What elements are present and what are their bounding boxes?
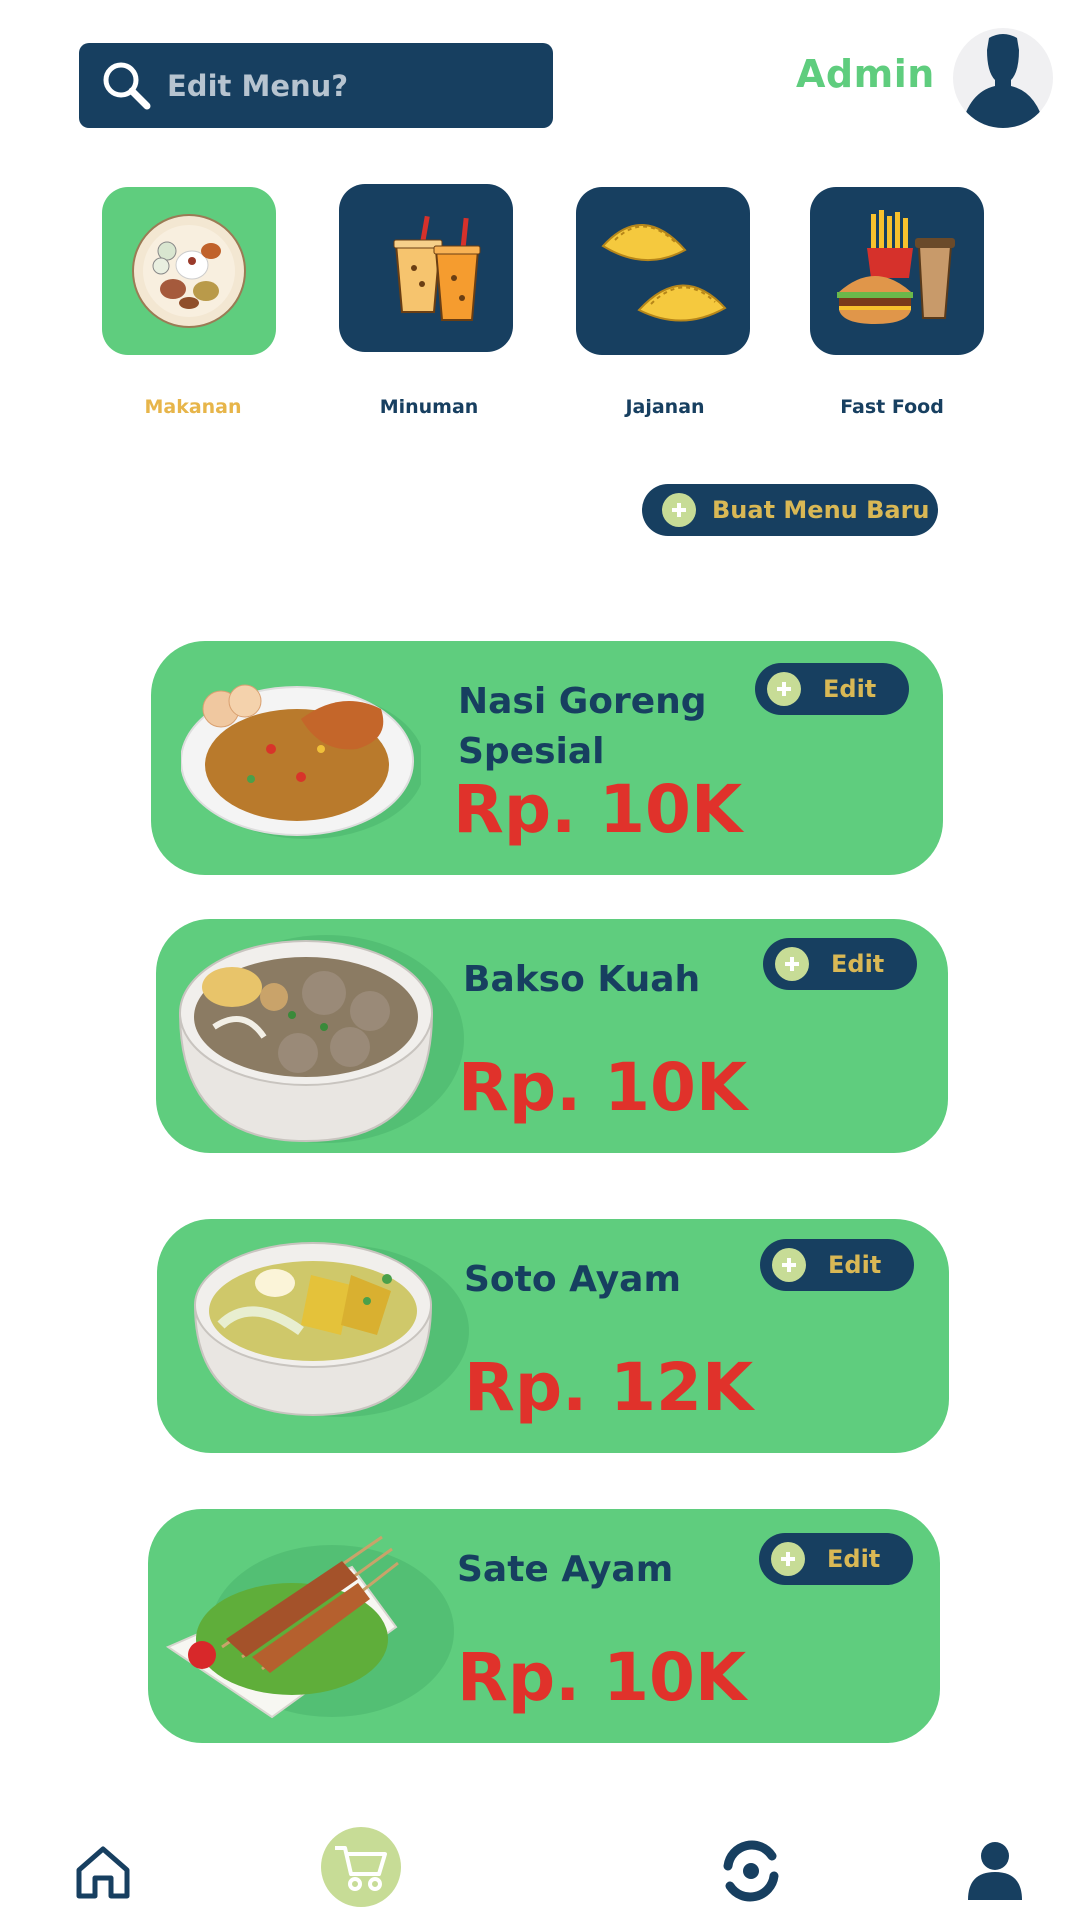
edit-button[interactable]: Edit bbox=[759, 1533, 913, 1585]
menu-item-price: Rp. 10K bbox=[453, 771, 743, 848]
plus-icon bbox=[662, 493, 696, 527]
edit-button[interactable]: Edit bbox=[763, 938, 917, 990]
user-name: Admin bbox=[796, 52, 935, 96]
menu-card[interactable]: Soto Ayam Rp. 12K Edit bbox=[157, 1219, 949, 1453]
category-fast-food[interactable] bbox=[810, 187, 984, 355]
menu-card[interactable]: Bakso Kuah Rp. 10K Edit bbox=[156, 919, 948, 1153]
plus-icon bbox=[767, 672, 801, 706]
meatball-soup-image bbox=[178, 935, 464, 1143]
menu-item-name: Nasi Goreng Spesial bbox=[458, 681, 707, 772]
cart-icon bbox=[335, 1846, 387, 1891]
menu-card[interactable]: Nasi Goreng Spesial Rp. 10K Edit bbox=[151, 641, 943, 875]
edit-label: Edit bbox=[823, 675, 877, 703]
edit-label: Edit bbox=[827, 1545, 881, 1573]
fast-food-icon bbox=[837, 210, 955, 324]
category-label-jajanan: Jajanan bbox=[625, 396, 705, 418]
user-icon bbox=[968, 1842, 1022, 1900]
fried-rice-image bbox=[181, 684, 421, 839]
category-label-makanan: Makanan bbox=[144, 396, 242, 418]
menu-item-name: Soto Ayam bbox=[464, 1259, 681, 1300]
avatar[interactable] bbox=[953, 28, 1053, 128]
nav-cart[interactable] bbox=[321, 1827, 401, 1907]
edit-button[interactable]: Edit bbox=[755, 663, 909, 715]
drinks-icon bbox=[393, 215, 481, 321]
rice-plate-icon bbox=[132, 214, 246, 328]
menu-card[interactable]: Sate Ayam Rp. 10K Edit bbox=[148, 1509, 940, 1743]
search-input[interactable]: Edit Menu? bbox=[167, 69, 348, 103]
edit-label: Edit bbox=[828, 1251, 882, 1279]
nav-profile[interactable] bbox=[966, 1840, 1024, 1900]
menu-item-price: Rp. 10K bbox=[458, 1049, 748, 1126]
menu-item-name: Sate Ayam bbox=[457, 1549, 674, 1590]
new-menu-label: Buat Menu Baru bbox=[712, 496, 930, 524]
plus-icon bbox=[772, 1248, 806, 1282]
new-menu-button[interactable]: Buat Menu Baru bbox=[642, 484, 938, 536]
menu-item-price: Rp. 10K bbox=[457, 1639, 747, 1716]
nav-history[interactable] bbox=[720, 1840, 782, 1902]
plus-icon bbox=[771, 1542, 805, 1576]
category-label-minuman: Minuman bbox=[379, 396, 479, 418]
search-icon bbox=[103, 62, 151, 109]
chicken-soup-image bbox=[193, 1242, 469, 1417]
plus-icon bbox=[775, 947, 809, 981]
search-bar[interactable]: Edit Menu? bbox=[79, 43, 553, 128]
category-label-fast-food: Fast Food bbox=[840, 396, 944, 418]
category-makanan[interactable] bbox=[102, 187, 276, 355]
user-silhouette-icon bbox=[961, 34, 1045, 128]
menu-item-name: Bakso Kuah bbox=[463, 959, 701, 1000]
pastry-icon bbox=[601, 224, 727, 322]
edit-label: Edit bbox=[831, 950, 885, 978]
menu-item-price: Rp. 12K bbox=[464, 1349, 754, 1426]
refresh-icon bbox=[723, 1840, 779, 1902]
category-jajanan[interactable] bbox=[576, 187, 750, 355]
nav-home[interactable] bbox=[74, 1844, 132, 1900]
chicken-satay-image bbox=[165, 1535, 454, 1719]
home-icon bbox=[76, 1846, 130, 1899]
edit-button[interactable]: Edit bbox=[760, 1239, 914, 1291]
category-minuman[interactable] bbox=[339, 184, 513, 352]
